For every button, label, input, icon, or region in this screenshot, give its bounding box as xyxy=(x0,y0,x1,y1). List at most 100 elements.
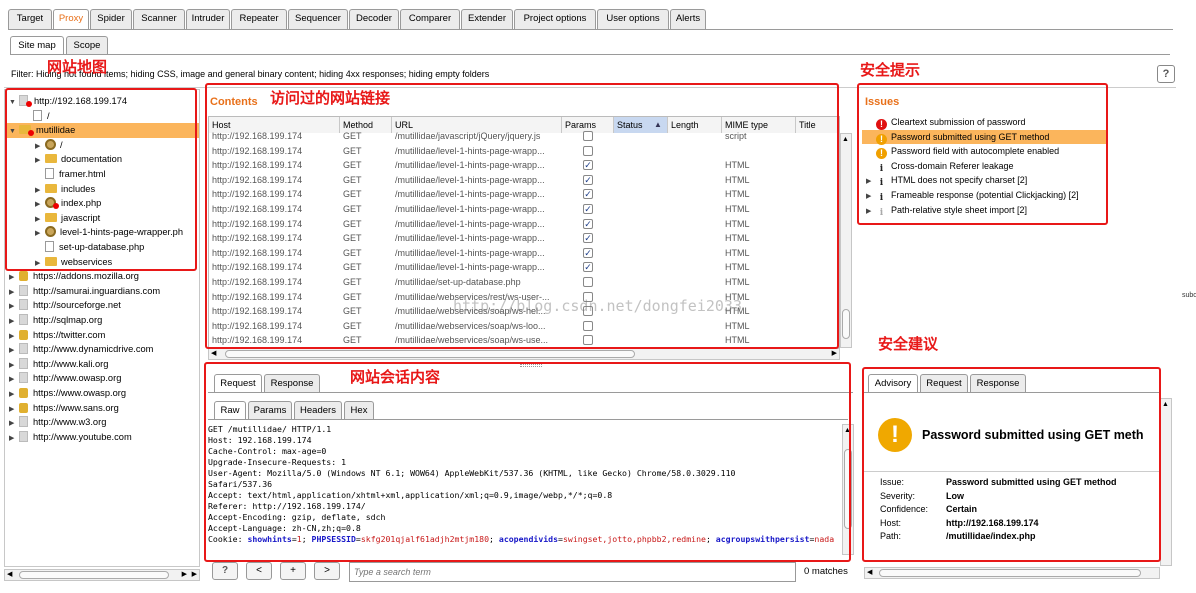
search-next-button[interactable]: > xyxy=(314,562,340,580)
search-help-button[interactable]: ? xyxy=(212,562,238,580)
table-row[interactable]: http://192.168.199.174 GET/mutillidae/lev… xyxy=(209,144,839,159)
params-checkbox[interactable]: ✓ xyxy=(583,233,593,244)
tree-item[interactable]: ▶ includes xyxy=(7,182,199,197)
tree-host[interactable]: ▶ http://www.kali.org xyxy=(7,357,199,372)
tree-host[interactable]: ▶ https://addons.mozilla.org xyxy=(7,269,199,284)
tab-response[interactable]: Response xyxy=(970,374,1026,392)
search-add-button[interactable]: + xyxy=(280,562,306,580)
scroll-up-icon[interactable]: ▲ xyxy=(1162,401,1169,408)
tree-horizontal-scrollbar[interactable]: ◀ ▶ ▶ xyxy=(4,569,200,581)
params-checkbox[interactable]: ✓ xyxy=(583,262,593,273)
tree-item[interactable]: ▶ documentation xyxy=(7,152,199,167)
scroll-up-icon[interactable]: ▲ xyxy=(844,427,851,434)
scroll-up-icon[interactable]: ▲ xyxy=(842,136,849,143)
tree-host[interactable]: ▶ https://twitter.com xyxy=(7,328,199,343)
issue-item[interactable]: ! Password field with autocomplete enable… xyxy=(862,144,1106,160)
table-row[interactable]: http://192.168.199.174 GET/mutillidae/lev… xyxy=(209,202,839,217)
scroll-left-icon[interactable]: ◀ xyxy=(7,570,12,580)
tab-decoder[interactable]: Decoder xyxy=(349,9,399,29)
advisory-vertical-scrollbar[interactable]: ▲ xyxy=(1160,398,1172,566)
params-checkbox[interactable]: ✓ xyxy=(583,189,593,200)
tab-hex[interactable]: Hex xyxy=(344,401,374,419)
tree-host[interactable]: ▶ http://samurai.inguardians.com xyxy=(7,284,199,299)
issue-item[interactable]: ▶ i Frameable response (potential Clickjac… xyxy=(862,188,1106,203)
tree-host[interactable]: ▶ http://sourceforge.net xyxy=(7,298,199,313)
tree-item[interactable]: framer.html xyxy=(7,167,199,182)
tab-response[interactable]: Response xyxy=(264,374,320,392)
tab-advisory[interactable]: Advisory xyxy=(868,374,918,392)
tree-item[interactable]: ▶ / xyxy=(7,138,199,153)
tree-item[interactable]: ▶ javascript xyxy=(7,211,199,226)
tree-item[interactable]: ▶ level-1-hints-page-wrapper.ph xyxy=(7,225,199,240)
tab-comparer[interactable]: Comparer xyxy=(400,9,460,29)
tab-params[interactable]: Params xyxy=(248,401,292,419)
tree-item[interactable]: ▶ index.php xyxy=(7,196,199,211)
params-checkbox[interactable]: ✓ xyxy=(583,174,593,185)
params-checkbox[interactable] xyxy=(583,320,593,331)
params-checkbox[interactable]: ✓ xyxy=(583,204,593,214)
table-row[interactable]: http://192.168.199.174 GET/mutillidae/set… xyxy=(209,275,839,290)
scroll-thumb[interactable] xyxy=(225,350,635,358)
params-checkbox[interactable]: ✓ xyxy=(583,247,593,258)
tab-user-options[interactable]: User options xyxy=(597,9,669,29)
params-checkbox[interactable] xyxy=(583,131,593,141)
scroll-thumb[interactable] xyxy=(844,449,852,529)
table-row[interactable]: http://192.168.199.174 GET/mutillidae/lev… xyxy=(209,231,839,246)
tab-intruder[interactable]: Intruder xyxy=(186,9,230,29)
issue-item[interactable]: ▶ i HTML does not specify charset [2] xyxy=(862,173,1106,188)
advisory-horizontal-scrollbar[interactable]: ◀ xyxy=(864,567,1160,579)
tree-host[interactable]: ▶ http://www.owasp.org xyxy=(7,371,199,386)
scroll-left-icon[interactable]: ◀ xyxy=(211,349,216,359)
scroll-thumb[interactable] xyxy=(842,309,850,339)
tab-spider[interactable]: Spider xyxy=(90,9,132,29)
table-row[interactable]: http://192.168.199.174 GET/mutillidae/lev… xyxy=(209,260,839,275)
tree-root[interactable]: ▼ http://192.168.199.174 xyxy=(7,94,199,109)
tree-host[interactable]: ▶ http://www.youtube.com xyxy=(7,430,199,445)
scroll-left-icon[interactable]: ◀ xyxy=(867,568,872,578)
expand-right-icon[interactable]: ▶ xyxy=(9,432,19,447)
scroll-end-icon[interactable]: ▶ xyxy=(192,570,197,580)
tab-project-options[interactable]: Project options xyxy=(514,9,596,29)
scroll-right-icon[interactable]: ▶ xyxy=(182,570,187,580)
tab-proxy[interactable]: Proxy xyxy=(53,9,89,29)
tab-alerts[interactable]: Alerts xyxy=(670,9,706,29)
tree-host[interactable]: ▶ https://www.sans.org xyxy=(7,401,199,416)
tree-host[interactable]: ▶ http://www.dynamicdrive.com xyxy=(7,342,199,357)
expand-right-icon[interactable]: ▶ xyxy=(866,205,876,220)
table-row[interactable]: http://192.168.199.174 GET/mutillidae/jav… xyxy=(209,129,839,144)
contents-vertical-scrollbar[interactable]: ▲ xyxy=(840,133,852,348)
subtab-site-map[interactable]: Site map xyxy=(10,36,64,54)
params-checkbox[interactable] xyxy=(583,277,593,287)
splitter-grip[interactable] xyxy=(520,364,542,367)
tab-request[interactable]: Request xyxy=(920,374,968,392)
table-row[interactable]: http://192.168.199.174 GET/mutillidae/lev… xyxy=(209,217,839,232)
table-row[interactable]: http://192.168.199.174 GET/mutillidae/lev… xyxy=(209,158,839,173)
tab-scanner[interactable]: Scanner xyxy=(133,9,185,29)
issue-item[interactable]: ! Password submitted using GET method xyxy=(862,129,1106,145)
tree-item-mutillidae[interactable]: ▼ mutillidae xyxy=(7,123,199,138)
tab-repeater[interactable]: Repeater xyxy=(231,9,287,29)
issue-item[interactable]: i Cross-domain Referer leakage xyxy=(862,159,1106,174)
table-row[interactable]: http://192.168.199.174 GET/mutillidae/lev… xyxy=(209,173,839,188)
tab-request[interactable]: Request xyxy=(214,374,262,392)
params-checkbox[interactable] xyxy=(583,145,593,156)
tab-target[interactable]: Target xyxy=(8,9,52,29)
params-checkbox[interactable] xyxy=(583,335,593,346)
raw-request-text[interactable]: GET /mutillidae/ HTTP/1.1 Host: 192.168.1… xyxy=(208,424,840,555)
table-row[interactable]: http://192.168.199.174 GET/mutillidae/web… xyxy=(209,333,839,347)
request-vertical-scrollbar[interactable]: ▲ xyxy=(842,424,854,555)
search-input[interactable] xyxy=(349,562,796,582)
tab-sequencer[interactable]: Sequencer xyxy=(288,9,348,29)
tree-host[interactable]: ▶ http://www.w3.org xyxy=(7,415,199,430)
table-row[interactable]: http://192.168.199.174 GET/mutillidae/lev… xyxy=(209,187,839,202)
tree-item[interactable]: set-up-database.php xyxy=(7,240,199,255)
table-row[interactable]: http://192.168.199.174 GET/mutillidae/lev… xyxy=(209,246,839,261)
tab-raw[interactable]: Raw xyxy=(214,401,246,419)
scroll-right-icon[interactable]: ▶ xyxy=(832,349,837,359)
issue-item[interactable]: ▶ i Path-relative style sheet import [2] xyxy=(862,203,1106,218)
tree-item[interactable]: ▶ webservices xyxy=(7,255,199,270)
filter-bar[interactable]: Filter: Hiding not found items; hiding C… xyxy=(4,60,1176,88)
params-checkbox[interactable]: ✓ xyxy=(583,160,593,171)
subtab-scope[interactable]: Scope xyxy=(66,36,108,54)
tree-host[interactable]: ▶ https://www.owasp.org xyxy=(7,386,199,401)
